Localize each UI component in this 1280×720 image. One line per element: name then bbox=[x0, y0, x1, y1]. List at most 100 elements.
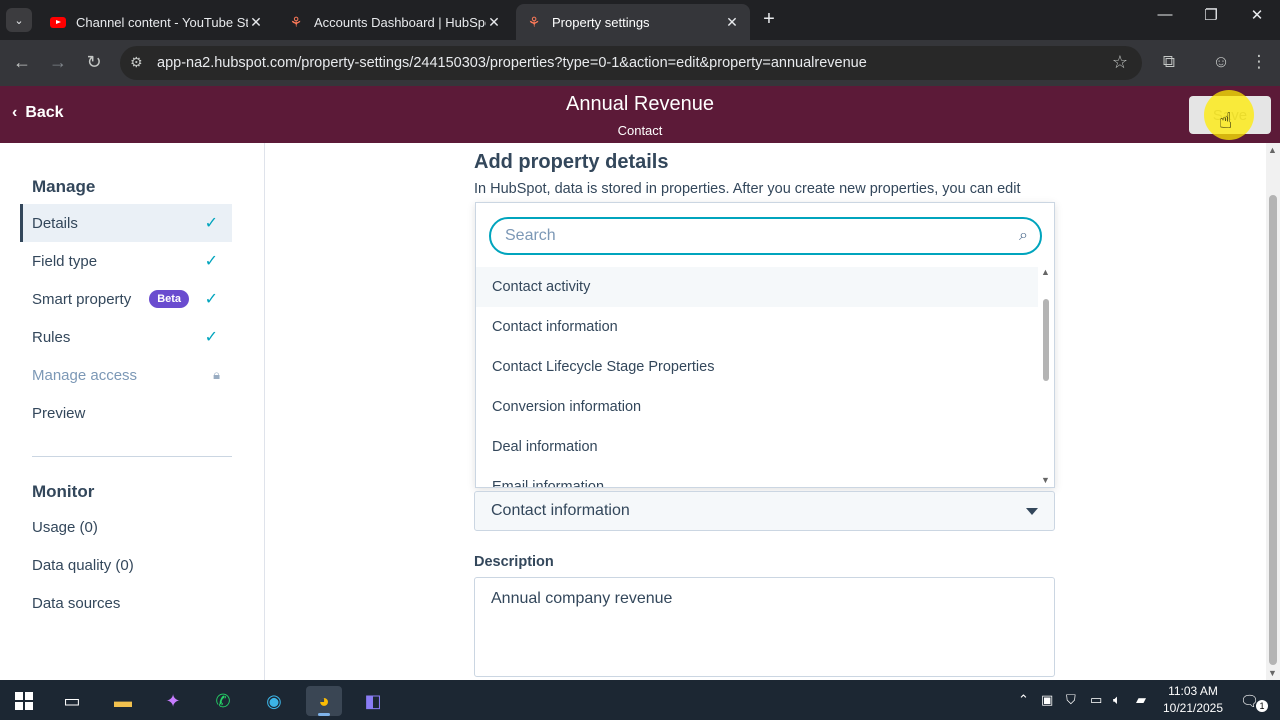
volume-icon[interactable]: 🔈︎ bbox=[1113, 692, 1121, 708]
minimize-icon[interactable]: — bbox=[1150, 6, 1180, 23]
description-textarea[interactable]: Annual company revenue bbox=[474, 577, 1055, 677]
page-subtitle: Contact bbox=[617, 123, 663, 138]
checkmark-icon: ✓ bbox=[204, 215, 218, 232]
tab-title: Property settings bbox=[552, 14, 650, 30]
option-list-scrollbar[interactable]: ▲ ▼ bbox=[1040, 267, 1052, 485]
description-label: Description bbox=[474, 554, 554, 570]
scrollbar-thumb[interactable] bbox=[1043, 299, 1049, 381]
clock-time: 11:03 AM bbox=[1168, 684, 1218, 698]
sidebar-item-smart-property[interactable]: Smart property Beta ✓ bbox=[20, 280, 232, 318]
bookmark-star-icon[interactable]: ☆ bbox=[1112, 52, 1128, 73]
close-icon[interactable]: ✕ bbox=[248, 14, 264, 31]
close-icon[interactable]: ✕ bbox=[486, 14, 502, 31]
browser-toolbar: ← → ↻ ⚙ app-na2.hubspot.com/property-set… bbox=[0, 40, 1280, 86]
app-g-icon[interactable]: ◧ bbox=[355, 686, 391, 716]
group-dropdown-menu: ⌕ Contact activity Contact information C… bbox=[475, 202, 1055, 488]
profile-avatar-icon[interactable]: ☺ bbox=[1209, 52, 1233, 72]
checkmark-icon: ✓ bbox=[204, 329, 218, 346]
sidebar: Manage Details ✓ Field type ✓ Smart prop… bbox=[0, 143, 265, 680]
tab-search-chevron-icon[interactable]: ⌄ bbox=[6, 8, 32, 32]
windows-start-icon[interactable] bbox=[6, 686, 42, 716]
back-arrow-icon[interactable]: ← bbox=[10, 52, 34, 73]
tray-chevron-up-icon[interactable]: ⌃ bbox=[1018, 692, 1029, 708]
main-content: Add property details In HubSpot, data is… bbox=[266, 143, 1266, 680]
system-clock[interactable]: 11:03 AM 10/21/2025 bbox=[1148, 683, 1238, 717]
scroll-up-arrow-icon[interactable]: ▲ bbox=[1268, 145, 1277, 155]
manage-heading: Manage bbox=[32, 177, 96, 196]
dropdown-option[interactable]: Contact information bbox=[476, 307, 1038, 347]
hubspot-icon: ⚘ bbox=[527, 13, 541, 30]
close-icon[interactable]: ✕ bbox=[724, 14, 740, 31]
site-info-icon[interactable]: ⚙ bbox=[130, 54, 143, 71]
tab-title: Channel content - YouTube Stu bbox=[76, 14, 248, 30]
sidebar-item-label: Manage access bbox=[32, 366, 138, 384]
scroll-down-arrow-icon[interactable]: ▼ bbox=[1268, 668, 1277, 678]
search-icon: ⌕ bbox=[1019, 227, 1028, 244]
tab-youtube-studio[interactable]: Channel content - YouTube Stu ✕ bbox=[40, 4, 274, 40]
dropdown-option[interactable]: Contact Lifecycle Stage Properties bbox=[476, 347, 1038, 387]
restore-icon[interactable]: ❐ bbox=[1196, 6, 1226, 24]
dropdown-option[interactable]: Deal information bbox=[476, 427, 1038, 467]
window-close-icon[interactable]: ✕ bbox=[1242, 6, 1272, 24]
windows-taskbar: ▭ ▬ ✦ ✆ ◉ ◕ ◧ ⌃ ▣ ⛉ ▭ 🔈︎ ▰ 11:03 AM 10/2… bbox=[0, 680, 1280, 720]
sidebar-item-label: Preview bbox=[32, 404, 86, 422]
lock-icon: 🔒︎ bbox=[213, 367, 220, 382]
scroll-down-arrow-icon[interactable]: ▼ bbox=[1041, 475, 1050, 485]
extensions-puzzle-icon[interactable]: ⧉ bbox=[1157, 52, 1181, 72]
tray-shield-icon[interactable]: ⛉ bbox=[1066, 692, 1076, 708]
checkmark-icon: ✓ bbox=[204, 291, 218, 308]
dropdown-option[interactable]: Email information bbox=[476, 467, 1038, 487]
sidebar-item-rules[interactable]: Rules ✓ bbox=[20, 318, 232, 356]
section-description: In HubSpot, data is stored in properties… bbox=[474, 181, 1021, 197]
chrome-browser-icon[interactable]: ◕ bbox=[306, 686, 342, 716]
scrollbar-thumb[interactable] bbox=[1269, 195, 1277, 665]
monitor-heading: Monitor bbox=[32, 482, 95, 501]
browser-tab-strip: ⌄ Channel content - YouTube Stu ✕ ⚘ Acco… bbox=[0, 0, 1280, 40]
dropdown-option[interactable]: Conversion information bbox=[476, 387, 1038, 427]
hubspot-icon: ⚘ bbox=[289, 13, 303, 30]
property-editor-header: ‹ Back Annual Revenue Contact Save bbox=[0, 86, 1280, 143]
scroll-up-arrow-icon[interactable]: ▲ bbox=[1041, 267, 1050, 277]
battery-icon[interactable]: ▰ bbox=[1136, 692, 1146, 708]
sidebar-item-label: Smart property bbox=[32, 290, 132, 308]
tab-property-settings[interactable]: ⚘ Property settings ✕ bbox=[516, 4, 750, 40]
sidebar-item-details[interactable]: Details ✓ bbox=[20, 204, 232, 242]
page-title: Annual Revenue bbox=[566, 93, 714, 115]
group-select-value: Contact information bbox=[491, 502, 630, 519]
copilot-icon[interactable]: ✦ bbox=[155, 686, 191, 716]
sidebar-item-manage-access[interactable]: Manage access 🔒︎ bbox=[20, 356, 232, 394]
sidebar-item-field-type[interactable]: Field type ✓ bbox=[20, 242, 232, 280]
sidebar-link-data-sources[interactable]: Data sources bbox=[32, 595, 120, 612]
browser-menu-icon[interactable]: ⋮ bbox=[1247, 52, 1271, 72]
url-text: app-na2.hubspot.com/property-settings/24… bbox=[157, 55, 867, 71]
beta-badge: Beta bbox=[149, 290, 190, 308]
hand-cursor-icon: ☝ bbox=[1219, 108, 1233, 133]
tray-app-icon[interactable]: ▣ bbox=[1041, 692, 1053, 708]
edge-browser-icon[interactable]: ◉ bbox=[256, 686, 292, 716]
group-select[interactable]: Contact information bbox=[474, 491, 1055, 531]
sidebar-item-preview[interactable]: Preview bbox=[20, 394, 232, 432]
new-tab-plus-icon[interactable]: + bbox=[758, 8, 780, 31]
caret-down-icon bbox=[1026, 508, 1038, 515]
tab-title: Accounts Dashboard | HubSpot bbox=[314, 14, 486, 30]
whatsapp-icon[interactable]: ✆ bbox=[205, 686, 241, 716]
sidebar-link-usage[interactable]: Usage (0) bbox=[32, 519, 98, 536]
search-field[interactable]: ⌕ bbox=[489, 217, 1042, 255]
reload-icon[interactable]: ↻ bbox=[82, 52, 106, 73]
checkmark-icon: ✓ bbox=[204, 253, 218, 270]
dropdown-option[interactable]: Contact activity bbox=[476, 267, 1038, 307]
forward-arrow-icon[interactable]: → bbox=[46, 52, 70, 73]
sidebar-item-label: Details bbox=[32, 214, 78, 232]
clock-date: 10/21/2025 bbox=[1162, 701, 1224, 715]
search-input[interactable] bbox=[505, 227, 985, 245]
sidebar-link-data-quality[interactable]: Data quality (0) bbox=[32, 557, 134, 574]
sidebar-item-label: Field type bbox=[32, 252, 98, 270]
tab-accounts-dashboard[interactable]: ⚘ Accounts Dashboard | HubSpot ✕ bbox=[278, 4, 512, 40]
option-list: Contact activity Contact information Con… bbox=[476, 267, 1038, 487]
youtube-icon bbox=[50, 14, 66, 30]
file-explorer-icon[interactable]: ▬ bbox=[105, 686, 141, 716]
task-view-icon[interactable]: ▭ bbox=[54, 686, 90, 716]
address-bar[interactable]: ⚙ app-na2.hubspot.com/property-settings/… bbox=[120, 46, 1142, 80]
page-scrollbar[interactable]: ▲ ▼ bbox=[1266, 143, 1280, 680]
network-icon[interactable]: ▭ bbox=[1090, 692, 1102, 708]
